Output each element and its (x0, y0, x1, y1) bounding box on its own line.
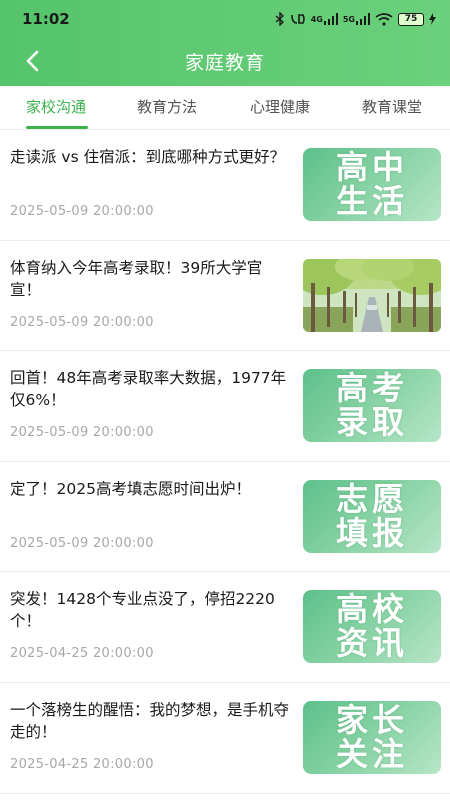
status-time: 11:02 (22, 10, 70, 28)
thumbnail-line2: 填报 (335, 513, 408, 552)
battery-icon: 75 (398, 12, 424, 26)
network-4g-label: 4G (310, 14, 323, 24)
article-date: 2025-05-09 20:00:00 (10, 535, 154, 551)
app-header: 11:02 4G 5G 75 家庭教育 (0, 0, 450, 86)
thumbnail-line1: 志愿 (335, 479, 408, 518)
article-item[interactable]: 体育纳入今年高考录取！39所大学官宣！ 2025-05-09 20:00:00 (0, 241, 450, 352)
article-date: 2025-05-09 20:00:00 (10, 204, 154, 219)
tab-home-school[interactable]: 家校沟通 (26, 96, 86, 117)
tab-mental-health[interactable]: 心理健康 (250, 96, 310, 117)
thumbnail-line2: 资讯 (335, 624, 408, 663)
article-list: 走读派 vs 住宿派：到底哪种方式更好？ 2025-05-09 20:00:00… (0, 130, 450, 794)
thumbnail-line2: 关注 (335, 734, 408, 773)
status-icons: 4G 5G 75 (275, 10, 436, 28)
signal-5g-icon: 5G (343, 13, 370, 25)
bluetooth-icon (275, 12, 285, 26)
article-date: 2025-04-25 20:00:00 (10, 646, 154, 662)
article-thumbnail: 高校 资讯 (303, 590, 441, 664)
article-item[interactable]: 回首！48年高考录取率大数据，1977年仅6%！ 2025-05-09 20:0… (0, 351, 450, 462)
tab-methods[interactable]: 教育方法 (137, 96, 197, 117)
thumbnail-line2: 生活 (335, 182, 408, 220)
article-date: 2025-05-09 20:00:00 (10, 425, 154, 441)
thumbnail-line2: 录取 (335, 403, 408, 442)
page-title: 家庭教育 (184, 52, 265, 74)
article-title: 体育纳入今年高考录取！39所大学官宣！ (10, 258, 263, 299)
network-5g-label: 5G (342, 14, 355, 24)
article-item[interactable]: 定了！2025高考填志愿时间出炉！ 2025-05-09 20:00:00 志愿… (0, 462, 450, 573)
tree-lined-road-photo (303, 258, 441, 332)
article-title: 一个落榜生的醒悟：我的梦想，是手机夺走的！ (10, 700, 290, 741)
thumbnail-line1: 高校 (335, 590, 408, 629)
article-title: 回首！48年高考录取率大数据，1977年仅6%！ (10, 369, 287, 410)
article-thumbnail: 高考 录取 (303, 369, 441, 443)
article-date: 2025-04-25 20:00:00 (10, 756, 154, 772)
signal-4g-icon: 4G (311, 13, 338, 25)
hd-call-icon (290, 13, 306, 25)
thumbnail-line1: 高中 (335, 148, 408, 186)
status-bar: 11:02 4G 5G 75 (0, 0, 450, 38)
thumbnail-line1: 家长 (335, 700, 408, 739)
wifi-icon (375, 12, 393, 26)
active-tab-indicator (26, 126, 88, 129)
article-date: 2025-05-09 20:00:00 (10, 314, 154, 330)
charging-icon (429, 13, 436, 25)
article-item[interactable]: 走读派 vs 住宿派：到底哪种方式更好？ 2025-05-09 20:00:00… (0, 130, 450, 241)
category-tabs: 家校沟通 教育方法 心理健康 教育课堂 (0, 86, 450, 130)
article-thumbnail: 志愿 填报 (303, 479, 441, 553)
thumbnail-line1: 高考 (335, 369, 408, 408)
article-title: 突发！1428个专业点没了，停招2220个！ (10, 590, 275, 631)
article-item[interactable]: 一个落榜生的醒悟：我的梦想，是手机夺走的！ 2025-04-25 20:00:0… (0, 683, 450, 794)
article-item[interactable]: 突发！1428个专业点没了，停招2220个！ 2025-04-25 20:00:… (0, 572, 450, 683)
article-title: 定了！2025高考填志愿时间出炉！ (10, 479, 251, 498)
article-title: 走读派 vs 住宿派：到底哪种方式更好？ (10, 148, 286, 166)
article-thumbnail: 家长 关注 (303, 700, 441, 774)
tab-classroom[interactable]: 教育课堂 (362, 96, 422, 117)
article-thumbnail: 高中 生活 (303, 148, 441, 221)
